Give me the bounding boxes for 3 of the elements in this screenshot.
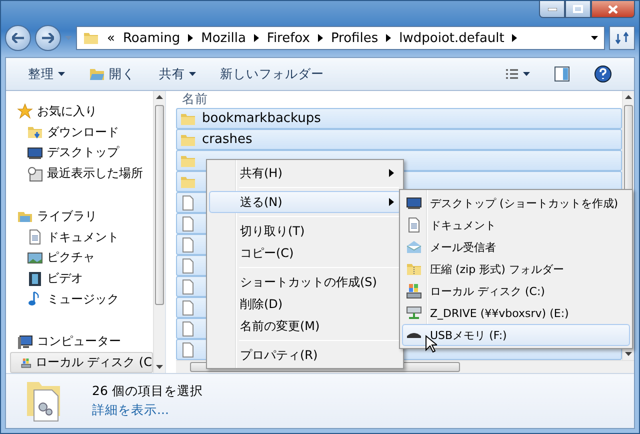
file-name: bookmarkbackups (202, 111, 321, 126)
selection-summary: 26 個の項目を選択 (92, 383, 203, 400)
file-name: crashes (202, 132, 252, 147)
